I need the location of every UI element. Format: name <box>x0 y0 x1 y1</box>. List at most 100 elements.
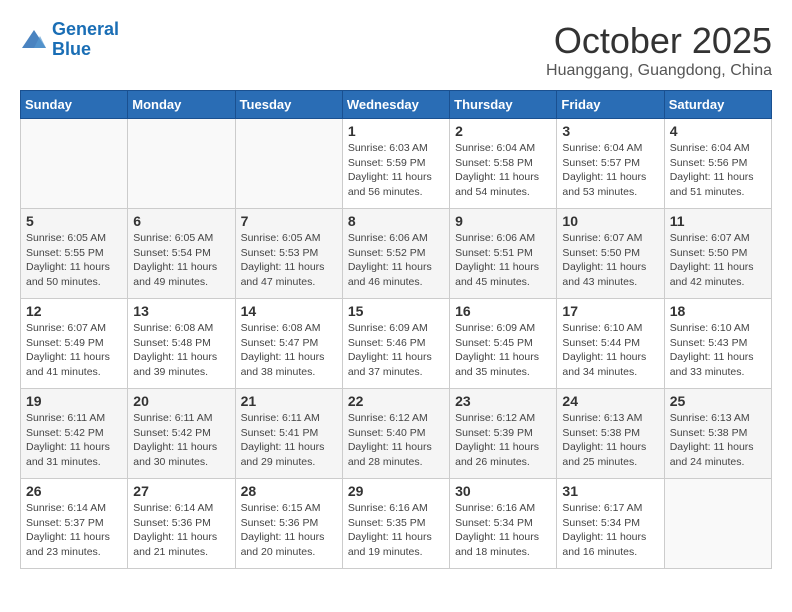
calendar-cell: 11Sunrise: 6:07 AMSunset: 5:50 PMDayligh… <box>664 209 771 299</box>
calendar-cell: 13Sunrise: 6:08 AMSunset: 5:48 PMDayligh… <box>128 299 235 389</box>
calendar-cell: 26Sunrise: 6:14 AMSunset: 5:37 PMDayligh… <box>21 479 128 569</box>
day-info: Sunrise: 6:12 AMSunset: 5:40 PMDaylight:… <box>348 411 444 470</box>
calendar-cell: 1Sunrise: 6:03 AMSunset: 5:59 PMDaylight… <box>342 119 449 209</box>
day-number: 31 <box>562 483 658 499</box>
day-info: Sunrise: 6:06 AMSunset: 5:52 PMDaylight:… <box>348 231 444 290</box>
day-number: 13 <box>133 303 229 319</box>
col-header-thursday: Thursday <box>450 91 557 119</box>
day-number: 12 <box>26 303 122 319</box>
calendar-week-2: 5 Sunrise: 6:05 AMSunset: 5:55 PMDaylight… <box>21 209 772 299</box>
day-number: 24 <box>562 393 658 409</box>
day-number: 9 <box>455 213 551 229</box>
day-info: Sunrise: 6:05 AMSunset: 5:54 PMDaylight:… <box>133 231 229 290</box>
day-info: Sunrise: 6:14 AMSunset: 5:37 PMDaylight:… <box>26 501 122 560</box>
day-number: 8 <box>348 213 444 229</box>
calendar-cell: 16 Sunrise: 6:09 AMSunset: 5:45 PMDayligh… <box>450 299 557 389</box>
calendar-cell: 10Sunrise: 6:07 AMSunset: 5:50 PMDayligh… <box>557 209 664 299</box>
day-info: Sunrise: 6:05 AMSunset: 5:55 PMDaylight:… <box>26 231 122 290</box>
day-number: 22 <box>348 393 444 409</box>
day-info: Sunrise: 6:13 AMSunset: 5:38 PMDaylight:… <box>562 411 658 470</box>
day-info: Sunrise: 6:09 AMSunset: 5:46 PMDaylight:… <box>348 321 444 380</box>
calendar-cell: 21Sunrise: 6:11 AMSunset: 5:41 PMDayligh… <box>235 389 342 479</box>
day-number: 11 <box>670 213 766 229</box>
calendar-week-5: 26Sunrise: 6:14 AMSunset: 5:37 PMDayligh… <box>21 479 772 569</box>
calendar-cell: 3Sunrise: 6:04 AMSunset: 5:57 PMDaylight… <box>557 119 664 209</box>
day-number: 29 <box>348 483 444 499</box>
day-info: Sunrise: 6:04 AMSunset: 5:57 PMDaylight:… <box>562 141 658 200</box>
title-area: October 2025 Huanggang, Guangdong, China <box>546 20 772 80</box>
col-header-sunday: Sunday <box>21 91 128 119</box>
calendar-cell: 9 Sunrise: 6:06 AMSunset: 5:51 PMDaylight… <box>450 209 557 299</box>
calendar-cell: 8 Sunrise: 6:06 AMSunset: 5:52 PMDaylight… <box>342 209 449 299</box>
day-number: 23 <box>455 393 551 409</box>
col-header-saturday: Saturday <box>664 91 771 119</box>
day-info: Sunrise: 6:13 AMSunset: 5:38 PMDaylight:… <box>670 411 766 470</box>
calendar-cell: 23 Sunrise: 6:12 AMSunset: 5:39 PMDayligh… <box>450 389 557 479</box>
day-number: 2 <box>455 123 551 139</box>
logo: General Blue <box>20 20 119 60</box>
day-number: 28 <box>241 483 337 499</box>
day-info: Sunrise: 6:16 AMSunset: 5:34 PMDaylight:… <box>455 501 551 560</box>
day-info: Sunrise: 6:12 AMSunset: 5:39 PMDaylight:… <box>455 411 551 470</box>
day-info: Sunrise: 6:14 AMSunset: 5:36 PMDaylight:… <box>133 501 229 560</box>
calendar-cell: 22 Sunrise: 6:12 AMSunset: 5:40 PMDayligh… <box>342 389 449 479</box>
logo-line1: General <box>52 19 119 39</box>
calendar-cell: 2 Sunrise: 6:04 AMSunset: 5:58 PMDaylight… <box>450 119 557 209</box>
calendar-cell: 31 Sunrise: 6:17 AMSunset: 5:34 PMDayligh… <box>557 479 664 569</box>
day-info: Sunrise: 6:09 AMSunset: 5:45 PMDaylight:… <box>455 321 551 380</box>
page-header: General Blue October 2025 Huanggang, Gua… <box>20 20 772 80</box>
calendar-cell: 29 Sunrise: 6:16 AMSunset: 5:35 PMDayligh… <box>342 479 449 569</box>
day-number: 6 <box>133 213 229 229</box>
day-info: Sunrise: 6:10 AMSunset: 5:43 PMDaylight:… <box>670 321 766 380</box>
location: Huanggang, Guangdong, China <box>546 62 772 80</box>
calendar-cell: 12 Sunrise: 6:07 AMSunset: 5:49 PMDayligh… <box>21 299 128 389</box>
calendar-cell: 20 Sunrise: 6:11 AMSunset: 5:42 PMDayligh… <box>128 389 235 479</box>
calendar-cell <box>21 119 128 209</box>
day-info: Sunrise: 6:11 AMSunset: 5:41 PMDaylight:… <box>241 411 337 470</box>
calendar-week-4: 19 Sunrise: 6:11 AMSunset: 5:42 PMDayligh… <box>21 389 772 479</box>
day-info: Sunrise: 6:15 AMSunset: 5:36 PMDaylight:… <box>241 501 337 560</box>
day-info: Sunrise: 6:17 AMSunset: 5:34 PMDaylight:… <box>562 501 658 560</box>
logo-icon <box>20 26 48 54</box>
calendar-week-3: 12 Sunrise: 6:07 AMSunset: 5:49 PMDayligh… <box>21 299 772 389</box>
logo-line2: Blue <box>52 39 91 59</box>
day-number: 30 <box>455 483 551 499</box>
day-number: 27 <box>133 483 229 499</box>
day-number: 5 <box>26 213 122 229</box>
col-header-monday: Monday <box>128 91 235 119</box>
day-info: Sunrise: 6:04 AMSunset: 5:58 PMDaylight:… <box>455 141 551 200</box>
calendar-header-row: SundayMondayTuesdayWednesdayThursdayFrid… <box>21 91 772 119</box>
calendar-cell <box>235 119 342 209</box>
calendar-cell <box>664 479 771 569</box>
day-number: 25 <box>670 393 766 409</box>
calendar-cell: 18 Sunrise: 6:10 AMSunset: 5:43 PMDayligh… <box>664 299 771 389</box>
calendar-cell: 7 Sunrise: 6:05 AMSunset: 5:53 PMDaylight… <box>235 209 342 299</box>
day-number: 20 <box>133 393 229 409</box>
day-number: 18 <box>670 303 766 319</box>
day-info: Sunrise: 6:06 AMSunset: 5:51 PMDaylight:… <box>455 231 551 290</box>
day-number: 7 <box>241 213 337 229</box>
day-number: 14 <box>241 303 337 319</box>
calendar-week-1: 1Sunrise: 6:03 AMSunset: 5:59 PMDaylight… <box>21 119 772 209</box>
day-info: Sunrise: 6:04 AMSunset: 5:56 PMDaylight:… <box>670 141 766 200</box>
col-header-friday: Friday <box>557 91 664 119</box>
calendar-cell: 15 Sunrise: 6:09 AMSunset: 5:46 PMDayligh… <box>342 299 449 389</box>
calendar-cell: 28 Sunrise: 6:15 AMSunset: 5:36 PMDayligh… <box>235 479 342 569</box>
calendar-cell: 24 Sunrise: 6:13 AMSunset: 5:38 PMDayligh… <box>557 389 664 479</box>
calendar-cell: 27 Sunrise: 6:14 AMSunset: 5:36 PMDayligh… <box>128 479 235 569</box>
day-number: 15 <box>348 303 444 319</box>
calendar-cell: 14Sunrise: 6:08 AMSunset: 5:47 PMDayligh… <box>235 299 342 389</box>
calendar-cell: 4Sunrise: 6:04 AMSunset: 5:56 PMDaylight… <box>664 119 771 209</box>
day-info: Sunrise: 6:16 AMSunset: 5:35 PMDaylight:… <box>348 501 444 560</box>
day-number: 19 <box>26 393 122 409</box>
calendar-cell <box>128 119 235 209</box>
day-info: Sunrise: 6:07 AMSunset: 5:49 PMDaylight:… <box>26 321 122 380</box>
col-header-tuesday: Tuesday <box>235 91 342 119</box>
calendar-cell: 5 Sunrise: 6:05 AMSunset: 5:55 PMDaylight… <box>21 209 128 299</box>
day-number: 16 <box>455 303 551 319</box>
calendar-cell: 30 Sunrise: 6:16 AMSunset: 5:34 PMDayligh… <box>450 479 557 569</box>
day-info: Sunrise: 6:10 AMSunset: 5:44 PMDaylight:… <box>562 321 658 380</box>
day-info: Sunrise: 6:05 AMSunset: 5:53 PMDaylight:… <box>241 231 337 290</box>
day-info: Sunrise: 6:11 AMSunset: 5:42 PMDaylight:… <box>133 411 229 470</box>
calendar-table: SundayMondayTuesdayWednesdayThursdayFrid… <box>20 90 772 569</box>
